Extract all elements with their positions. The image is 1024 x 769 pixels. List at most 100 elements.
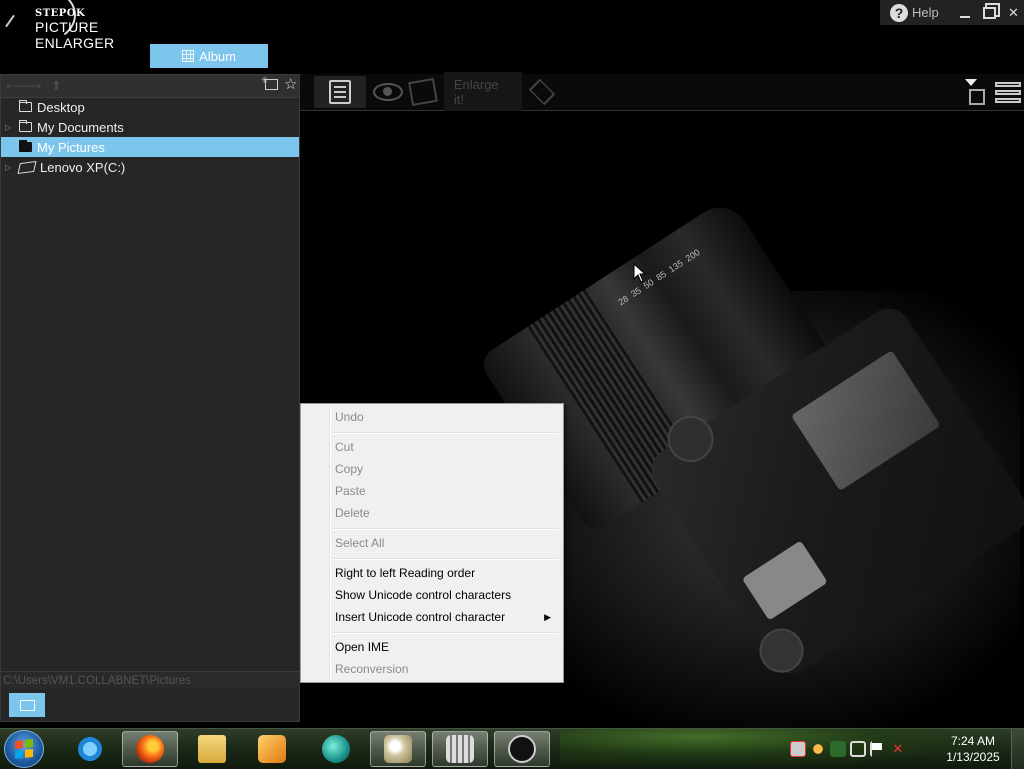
stepok-enlarger-icon	[508, 735, 536, 763]
back-arrow-icon[interactable]: ⟵	[6, 78, 25, 94]
help-button[interactable]: ? Help	[890, 3, 939, 22]
menu-item-rtl-reading-order[interactable]: Right to left Reading order	[303, 562, 561, 584]
eye-icon	[373, 83, 403, 101]
grid-app-icon	[446, 735, 474, 763]
restore-button[interactable]	[979, 2, 1000, 24]
dropdown-triangle-icon	[965, 79, 977, 86]
taskbar-paint[interactable]	[370, 731, 426, 767]
globe-icon	[322, 735, 350, 763]
internet-explorer-icon	[76, 735, 104, 763]
tree-item-label: Lenovo XP(C:)	[40, 159, 126, 175]
layers-icon	[528, 78, 556, 106]
nvidia-icon[interactable]	[830, 741, 846, 757]
lens-focal-markings: 28 35 50 85 135 200	[616, 247, 702, 308]
show-desktop-button[interactable]	[1011, 729, 1024, 769]
minimize-button[interactable]	[955, 2, 976, 24]
context-menu: Undo Cut Copy Paste Delete Select All Ri…	[300, 403, 564, 683]
windows-logo-icon	[15, 739, 33, 759]
menu-item-insert-unicode[interactable]: Insert Unicode control character ▶	[303, 606, 561, 628]
batch-button[interactable]	[526, 76, 558, 108]
restore-icon	[982, 6, 996, 19]
tree-item-label: My Documents	[37, 119, 124, 135]
app-logo: STEPOK PICTURE ENLARGER	[0, 0, 180, 51]
forward-arrow-icon[interactable]: ⟶	[23, 78, 42, 94]
album-grid-icon	[182, 50, 195, 62]
tree-item-my-pictures[interactable]: My Pictures	[1, 137, 299, 157]
enlarge-button[interactable]: Enlarge it!	[408, 72, 522, 112]
menu-separator	[333, 432, 559, 434]
new-folder-icon[interactable]	[265, 79, 278, 90]
menu-item-select-all[interactable]: Select All	[303, 532, 561, 554]
folder-icon	[198, 735, 226, 763]
search-icon[interactable]	[810, 741, 826, 757]
open-folder-button[interactable]	[9, 693, 45, 717]
submenu-arrow-icon: ▶	[544, 612, 551, 622]
media-player-icon	[258, 735, 286, 763]
folder-browser-panel: ⟵ ⟶ ⬆ ✳ ☆ Desktop ▷ My Documents My Pict…	[0, 74, 300, 722]
logo-brand: STEPOK	[35, 8, 86, 19]
folder-icon	[19, 140, 32, 152]
clock-time: 7:24 AM	[950, 734, 996, 748]
menu-item-paste[interactable]: Paste	[303, 480, 561, 502]
taskbar-file-explorer[interactable]	[184, 731, 240, 767]
camera-top-panel	[741, 540, 828, 621]
enlarge-icon	[408, 77, 438, 107]
menu-separator	[333, 632, 559, 634]
menu-separator	[333, 558, 559, 560]
title-bar: STEPOK PICTURE ENLARGER Album ? Help ✕	[0, 0, 1024, 74]
close-icon: ✕	[1007, 4, 1019, 20]
expand-arrow-icon[interactable]: ▷	[5, 163, 13, 172]
favorite-star-icon[interactable]: ☆	[284, 75, 297, 93]
clock-date: 1/13/2025	[946, 750, 1000, 764]
list-view-button[interactable]	[314, 76, 366, 108]
help-label: Help	[912, 5, 939, 20]
help-icon: ?	[890, 3, 908, 22]
menu-separator	[333, 528, 559, 530]
volume-muted-icon[interactable]: ✕	[890, 741, 906, 757]
taskbar-media-globe[interactable]	[308, 731, 364, 767]
folder-icon	[19, 100, 32, 112]
menu-item-reconversion[interactable]: Reconversion	[303, 658, 561, 680]
folder-icon	[19, 699, 35, 711]
camera-lcd	[790, 350, 941, 491]
security-alert-icon[interactable]	[790, 741, 806, 757]
drive-icon	[17, 160, 37, 174]
main-menu-button[interactable]	[994, 76, 1022, 108]
taskbar-picture-grid[interactable]	[432, 731, 488, 767]
folder-toolbar: ⟵ ⟶ ⬆ ✳ ☆	[1, 75, 299, 98]
action-center-flag-icon[interactable]	[870, 741, 886, 757]
close-button[interactable]: ✕	[1003, 2, 1024, 24]
folder-icon	[19, 120, 32, 132]
current-path: C:\Users\VM1.COLLABNET\Pictures	[1, 671, 299, 689]
expand-arrow-icon[interactable]: ▷	[5, 123, 13, 132]
tree-item-drive-c[interactable]: ▷ Lenovo XP(C:)	[1, 157, 299, 177]
system-clock[interactable]: 7:24 AM 1/13/2025	[936, 733, 1010, 765]
menu-item-copy[interactable]: Copy	[303, 458, 561, 480]
network-icon[interactable]	[850, 741, 866, 757]
taskbar-stepok-enlarger[interactable]	[494, 731, 550, 767]
taskbar-firefox[interactable]	[122, 731, 178, 767]
start-button[interactable]	[4, 730, 44, 768]
menu-item-cut[interactable]: Cut	[303, 436, 561, 458]
tree-item-label: Desktop	[37, 99, 85, 115]
menu-item-show-unicode[interactable]: Show Unicode control characters	[303, 584, 561, 606]
menu-item-undo[interactable]: Undo	[303, 406, 561, 428]
menu-item-delete[interactable]: Delete	[303, 502, 561, 524]
save-button[interactable]	[964, 76, 990, 108]
taskbar-media-player[interactable]	[244, 731, 300, 767]
window-controls: ? Help ✕	[880, 0, 1024, 25]
main-toolbar: Enlarge it!	[300, 72, 1024, 112]
tree-item-my-documents[interactable]: ▷ My Documents	[1, 117, 299, 137]
menu-item-open-ime[interactable]: Open IME	[303, 636, 561, 658]
taskbar: ✕ 7:24 AM 1/13/2025	[0, 728, 1024, 769]
paint-palette-icon	[384, 735, 412, 763]
enlarge-label: Enlarge it!	[443, 72, 522, 112]
tree-item-desktop[interactable]: Desktop	[1, 97, 299, 117]
menu-icon	[995, 81, 1021, 87]
album-button[interactable]: Album	[150, 44, 268, 68]
up-folder-icon[interactable]: ⬆	[51, 78, 62, 94]
taskbar-internet-explorer[interactable]	[62, 731, 118, 767]
list-document-icon	[329, 80, 351, 104]
save-disk-icon	[969, 89, 985, 105]
preview-button[interactable]	[370, 76, 406, 108]
